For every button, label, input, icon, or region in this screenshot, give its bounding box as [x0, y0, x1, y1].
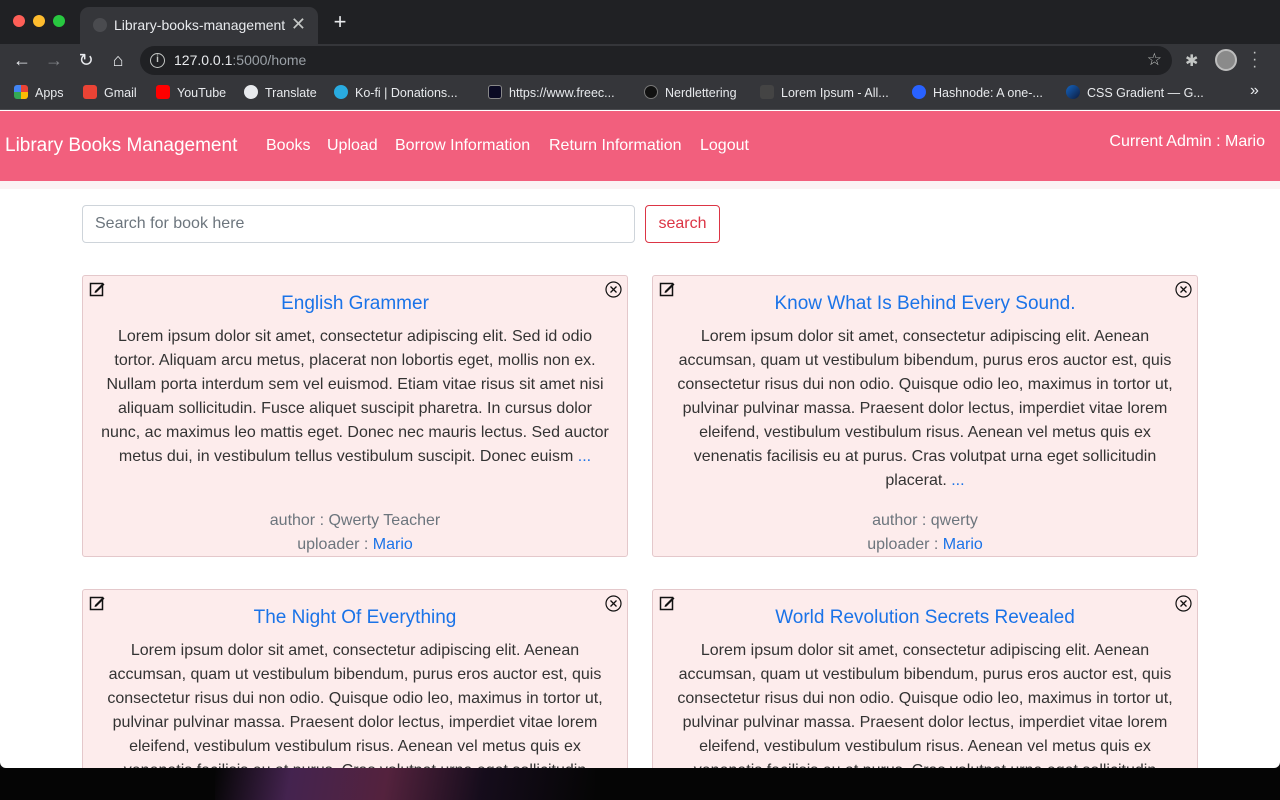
tab-title: Library-books-management [114, 17, 286, 33]
youtube-icon [156, 85, 170, 99]
browser-window: Library-books-management ✕ + ← → ↻ ⌂ i 1… [0, 0, 1280, 768]
desktop-wallpaper [0, 768, 1280, 800]
delete-icon[interactable] [605, 281, 622, 298]
browser-tab[interactable]: Library-books-management ✕ [80, 7, 318, 44]
lorem-ipsum-icon [760, 85, 774, 99]
uploader-link[interactable]: Mario [943, 536, 983, 553]
book-card: The Night Of Everything Lorem ipsum dolo… [82, 589, 628, 768]
new-tab-button[interactable]: + [330, 11, 350, 33]
bookmark-freecodecamp[interactable]: https://www.freec... [488, 85, 615, 103]
read-more-link[interactable]: ... [578, 448, 591, 465]
bookmark-lorem-ipsum[interactable]: Lorem Ipsum - All... [760, 85, 889, 103]
browser-toolbar: ← → ↻ ⌂ i 127.0.0.1:5000/home ☆ [0, 44, 1280, 77]
read-more-link[interactable]: ... [951, 472, 964, 489]
book-card: World Revolution Secrets Revealed Lorem … [652, 589, 1198, 768]
translate-icon [244, 85, 258, 99]
search-button[interactable]: search [645, 205, 720, 243]
address-bar[interactable]: i 127.0.0.1:5000/home ☆ [140, 46, 1172, 75]
freecodecamp-icon [488, 85, 502, 99]
book-card: Know What Is Behind Every Sound. Lorem i… [652, 275, 1198, 557]
home-icon[interactable]: ⌂ [106, 49, 130, 73]
book-description: Lorem ipsum dolor sit amet, consectetur … [107, 642, 603, 768]
book-description: Lorem ipsum dolor sit amet, consectetur … [677, 642, 1173, 768]
tab-favicon-icon [93, 18, 107, 32]
app-navbar: Library Books Management Books Upload Bo… [0, 111, 1280, 181]
wallpaper-streak [215, 768, 595, 800]
book-uploader: uploader : Mario [297, 536, 413, 553]
nav-link-return-information[interactable]: Return Information [549, 137, 682, 155]
bookmark-kofi[interactable]: Ko-fi | Donations... [334, 85, 458, 103]
book-author: author : qwerty [872, 512, 978, 529]
bookmark-hashnode[interactable]: Hashnode: A one-... [912, 85, 1043, 103]
gmail-icon [83, 85, 97, 99]
site-info-icon[interactable]: i [150, 53, 165, 68]
bookmark-translate[interactable]: Translate [244, 85, 317, 103]
current-admin-label: Current Admin : Mario [1109, 133, 1265, 150]
bookmark-gmail[interactable]: Gmail [83, 85, 137, 103]
bookmark-nerdlettering[interactable]: Nerdlettering [644, 85, 737, 103]
bookmark-css-gradient[interactable]: CSS Gradient — G... [1066, 85, 1204, 103]
hashnode-icon [912, 85, 926, 99]
nav-link-books[interactable]: Books [266, 137, 310, 155]
nerdlettering-icon [644, 85, 658, 99]
close-window-button[interactable] [13, 15, 25, 27]
book-description: Lorem ipsum dolor sit amet, consectetur … [101, 328, 609, 465]
maximize-window-button[interactable] [53, 15, 65, 27]
minimize-window-button[interactable] [33, 15, 45, 27]
book-uploader: uploader : Mario [867, 536, 983, 553]
book-card: English Grammer Lorem ipsum dolor sit am… [82, 275, 628, 557]
nav-link-upload[interactable]: Upload [327, 137, 378, 155]
uploader-link[interactable]: Mario [373, 536, 413, 553]
more-bookmarks-icon[interactable]: » [1250, 82, 1259, 100]
profile-avatar[interactable] [1215, 49, 1237, 71]
book-title[interactable]: Know What Is Behind Every Sound. [673, 293, 1177, 315]
book-title[interactable]: The Night Of Everything [103, 607, 607, 629]
nav-link-logout[interactable]: Logout [700, 137, 749, 155]
delete-icon[interactable] [1175, 595, 1192, 612]
navbar-shadow [0, 181, 1280, 189]
reload-icon[interactable]: ↻ [74, 49, 98, 73]
delete-icon[interactable] [1175, 281, 1192, 298]
search-input[interactable] [82, 205, 635, 243]
url-text[interactable]: 127.0.0.1:5000/home [174, 52, 306, 68]
book-description: Lorem ipsum dolor sit amet, consectetur … [677, 328, 1173, 489]
nav-link-borrow-information[interactable]: Borrow Information [395, 137, 530, 155]
bookmark-apps[interactable]: Apps [14, 85, 64, 103]
extensions-icon[interactable]: ✱ [1185, 51, 1198, 71]
css-gradient-icon [1066, 85, 1080, 99]
book-title[interactable]: English Grammer [103, 293, 607, 315]
bookmark-youtube[interactable]: YouTube [156, 85, 226, 103]
brand-title[interactable]: Library Books Management [5, 135, 237, 157]
delete-icon[interactable] [605, 595, 622, 612]
forward-icon[interactable]: → [42, 49, 66, 73]
bookmarks-bar: Apps Gmail YouTube Translate Ko-fi | Don… [0, 77, 1280, 110]
kofi-icon [334, 85, 348, 99]
book-author: author : Qwerty Teacher [269, 512, 441, 529]
book-title[interactable]: World Revolution Secrets Revealed [673, 607, 1177, 629]
bookmark-star-icon[interactable]: ☆ [1147, 50, 1162, 70]
back-icon[interactable]: ← [10, 49, 34, 73]
tab-close-icon[interactable]: ✕ [291, 14, 306, 34]
apps-grid-icon [14, 85, 28, 99]
browser-menu-icon[interactable]: · · · [1252, 45, 1257, 75]
tab-strip: Library-books-management ✕ + [0, 0, 1280, 44]
